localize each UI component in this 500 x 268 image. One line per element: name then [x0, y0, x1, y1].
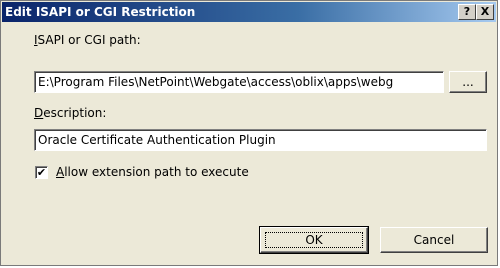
edit-isapi-dialog: Edit ISAPI or CGI Restriction ? X ISAPI …	[0, 0, 498, 266]
ok-button[interactable]: OK	[259, 226, 369, 254]
title-bar[interactable]: Edit ISAPI or CGI Restriction ? X	[2, 2, 496, 22]
isapi-path-label-text: SAPI or CGI path:	[37, 33, 141, 47]
dialog-title: Edit ISAPI or CGI Restriction	[5, 5, 196, 19]
description-input[interactable]: Oracle Certificate Authentication Plugin	[34, 129, 487, 151]
description-label-accesskey: D	[34, 106, 44, 120]
isapi-path-input[interactable]: E:\Program Files\NetPoint\Webgate\access…	[34, 71, 444, 93]
description-label: Description:	[34, 106, 106, 120]
browse-button[interactable]: ...	[449, 71, 487, 93]
ok-button-label: OK	[305, 233, 323, 247]
allow-execute-label-text: llow extension path to execute	[64, 165, 249, 179]
allow-execute-label[interactable]: Allow extension path to execute	[56, 165, 249, 179]
cancel-button[interactable]: Cancel	[380, 227, 488, 253]
description-label-text: escription:	[43, 106, 107, 120]
allow-execute-label-accesskey: A	[56, 165, 65, 179]
isapi-path-label: ISAPI or CGI path:	[34, 33, 141, 47]
close-button[interactable]: X	[476, 4, 494, 20]
help-button[interactable]: ?	[458, 4, 476, 20]
allow-execute-checkbox[interactable]: ✔	[35, 166, 48, 179]
